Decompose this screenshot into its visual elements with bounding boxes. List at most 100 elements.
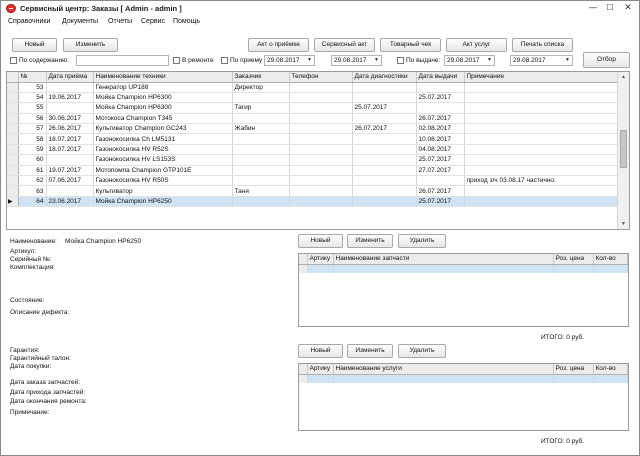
cell-diagnostics-date [352,144,417,156]
reception-from-date[interactable]: 29.08.2017 ▼ [264,55,315,66]
table-row[interactable]: 58 18.07.2017 Газонокосилка Ch LM5131 10.08… [7,133,618,145]
by-reception-checkbox[interactable] [221,57,228,64]
cell-reception-date: 18.07.2017 [46,144,94,156]
cell-number: 64 [18,196,47,208]
parts-column-name[interactable]: Наименование запчасти [333,254,554,265]
state-label: Состояние: [10,297,45,304]
cell-customer: Директор [232,82,290,93]
row-indicator [7,165,19,177]
column-header-phone[interactable]: Телефон [289,72,353,83]
cell-equipment-name: Мотокоса Champion T345 [93,113,233,125]
column-header-diagnostics-date[interactable]: Дата диагностики [352,72,417,83]
table-row[interactable]: 59 18.07.2017 Газонокосилка HV R52S 04.08.2… [7,144,618,156]
by-reception-label: По приему [230,57,263,64]
cell-customer: Тагир [232,102,290,114]
act-service-button[interactable]: Сервисный акт [314,38,375,52]
services-column-name[interactable]: Наименование услуги [333,364,554,375]
delete-part-button[interactable]: Удалить [398,234,446,248]
by-content-input[interactable] [76,55,169,66]
cell-number: 60 [18,154,47,166]
column-header-issue-date[interactable]: Дата выдачи [416,72,465,83]
cell-customer [232,175,290,187]
menu-service[interactable]: Сервис [141,18,165,25]
column-header-note[interactable]: Примечание [464,72,618,83]
column-header-customer[interactable]: Заказчик [232,72,290,83]
services-column-qty[interactable]: Кол-во [593,364,628,375]
menu-directories[interactable]: Справочники [8,18,50,25]
act-reception-button[interactable]: Акт о приёмке [248,38,309,52]
act-services-button[interactable]: Акт услуг [446,38,507,52]
chevron-down-icon: ▼ [565,57,570,63]
cell-issue-date: 26.07.2017 [416,113,465,125]
services-grid[interactable]: Артику Наименование услуги Роз. цена Кол… [298,363,629,431]
in-repair-checkbox[interactable] [173,57,180,64]
cell-customer [232,154,290,166]
services-new-row[interactable] [299,374,628,383]
parts-table: Артику Наименование запчасти Роз. цена К… [299,254,628,273]
cell-phone [289,154,353,166]
filter-button[interactable]: Отбор [583,52,630,68]
orders-scrollbar[interactable]: ▲ ▼ [617,72,629,229]
column-header-equipment-name[interactable]: Наименование техники [93,72,233,83]
parts-column-article[interactable]: Артику [307,254,334,265]
delete-service-button[interactable]: Удалить [398,344,446,358]
issue-to-date[interactable]: 29.08.2017 ▼ [510,55,573,66]
by-content-checkbox[interactable] [10,57,17,64]
table-row[interactable]: 63 Культиватор Таня 26.07.2017 [7,185,618,197]
cell-reception-date: 30.06.2017 [46,113,94,125]
window-title: Сервисный центр: Заказы [ Admin - admin … [20,4,182,13]
services-column-article[interactable]: Артику [307,364,334,375]
new-service-button[interactable]: Новый [298,344,343,358]
menu-bar: Справочники Документы Отчеты Сервис Помо… [1,16,639,28]
row-indicator [7,144,19,156]
parts-grid[interactable]: Артику Наименование запчасти Роз. цена К… [298,253,629,327]
cell-reception-date: 07.06.2017 [46,175,94,187]
table-row[interactable]: 55 Мойка Champion HP6300 Тагир 25.07.2017 [7,102,618,114]
issue-from-date[interactable]: 29.08.2017 ▼ [444,55,495,66]
close-icon[interactable]: ✕ [620,2,636,14]
cell-diagnostics-date: 26.07.2017 [352,123,417,135]
maximize-icon[interactable]: ☐ [602,2,618,14]
cell-customer [232,165,290,177]
cell-equipment-name: Мойка Champion HP6300 [93,92,233,104]
menu-reports[interactable]: Отчеты [108,18,132,25]
table-row[interactable]: 54 19.06.2017 Мойка Champion HP6300 25.07.2… [7,92,618,104]
cell-customer: Жабин [232,123,290,135]
edit-service-button[interactable]: Изменить [347,344,393,358]
table-row[interactable]: 56 30.06.2017 Мотокоса Champion T345 26.07.… [7,113,618,125]
edit-order-button[interactable]: Изменить [63,38,118,52]
print-list-button[interactable]: Печать списка [512,38,573,52]
parts-column-qty[interactable]: Кол-во [593,254,628,265]
table-row[interactable]: ▶ 64 23.06.2017 Мойка Champion HP6250 25.07.… [7,196,618,208]
table-row[interactable]: 60 Газонокосилка HV LS153S 25.07.2017 [7,154,618,166]
column-header-reception-date[interactable]: Дата приёма [46,72,94,83]
by-issue-checkbox[interactable] [397,57,404,64]
menu-documents[interactable]: Документы [62,18,98,25]
services-table: Артику Наименование услуги Роз. цена Кол… [299,364,628,383]
cell-number: 57 [18,123,47,135]
in-repair-label: В ремонте [182,57,214,64]
table-row[interactable]: 53 Генератор UP188 Директор [7,82,618,93]
new-part-button[interactable]: Новый [298,234,343,248]
menu-help[interactable]: Помощь [173,18,200,25]
edit-part-button[interactable]: Изменить [347,234,393,248]
scroll-up-icon[interactable]: ▲ [618,72,629,82]
table-row[interactable]: 57 26.06.2017 Культиватор Champion GC243 Жа… [7,123,618,135]
minimize-icon[interactable]: — [585,2,601,14]
scroll-down-icon[interactable]: ▼ [618,219,629,229]
cell-equipment-name: Мотопомпа Champion GTP101E [93,165,233,177]
column-header-number[interactable]: № [18,72,47,83]
parts-column-price[interactable]: Роз. цена [553,254,594,265]
table-row[interactable]: 61 19.07.2017 Мотопомпа Champion GTP101E 27… [7,165,618,177]
scroll-thumb[interactable] [620,130,627,168]
parts-new-row[interactable] [299,264,628,273]
receipt-button[interactable]: Товарный чек [380,38,441,52]
reception-to-date[interactable]: 29.08.2017 ▼ [331,55,382,66]
parts-order-date-label: Дата заказа запчастей: [10,379,81,386]
cell-customer [232,133,290,145]
cell-issue-date: 10.08.2017 [416,133,465,145]
orders-grid[interactable]: № Дата приёма Наименование техники Заказ… [6,71,630,230]
new-order-button[interactable]: Новый [12,38,57,52]
services-column-price[interactable]: Роз. цена [553,364,594,375]
table-row[interactable]: 62 07.06.2017 Газонокосилка HV R50S приход … [7,175,618,187]
